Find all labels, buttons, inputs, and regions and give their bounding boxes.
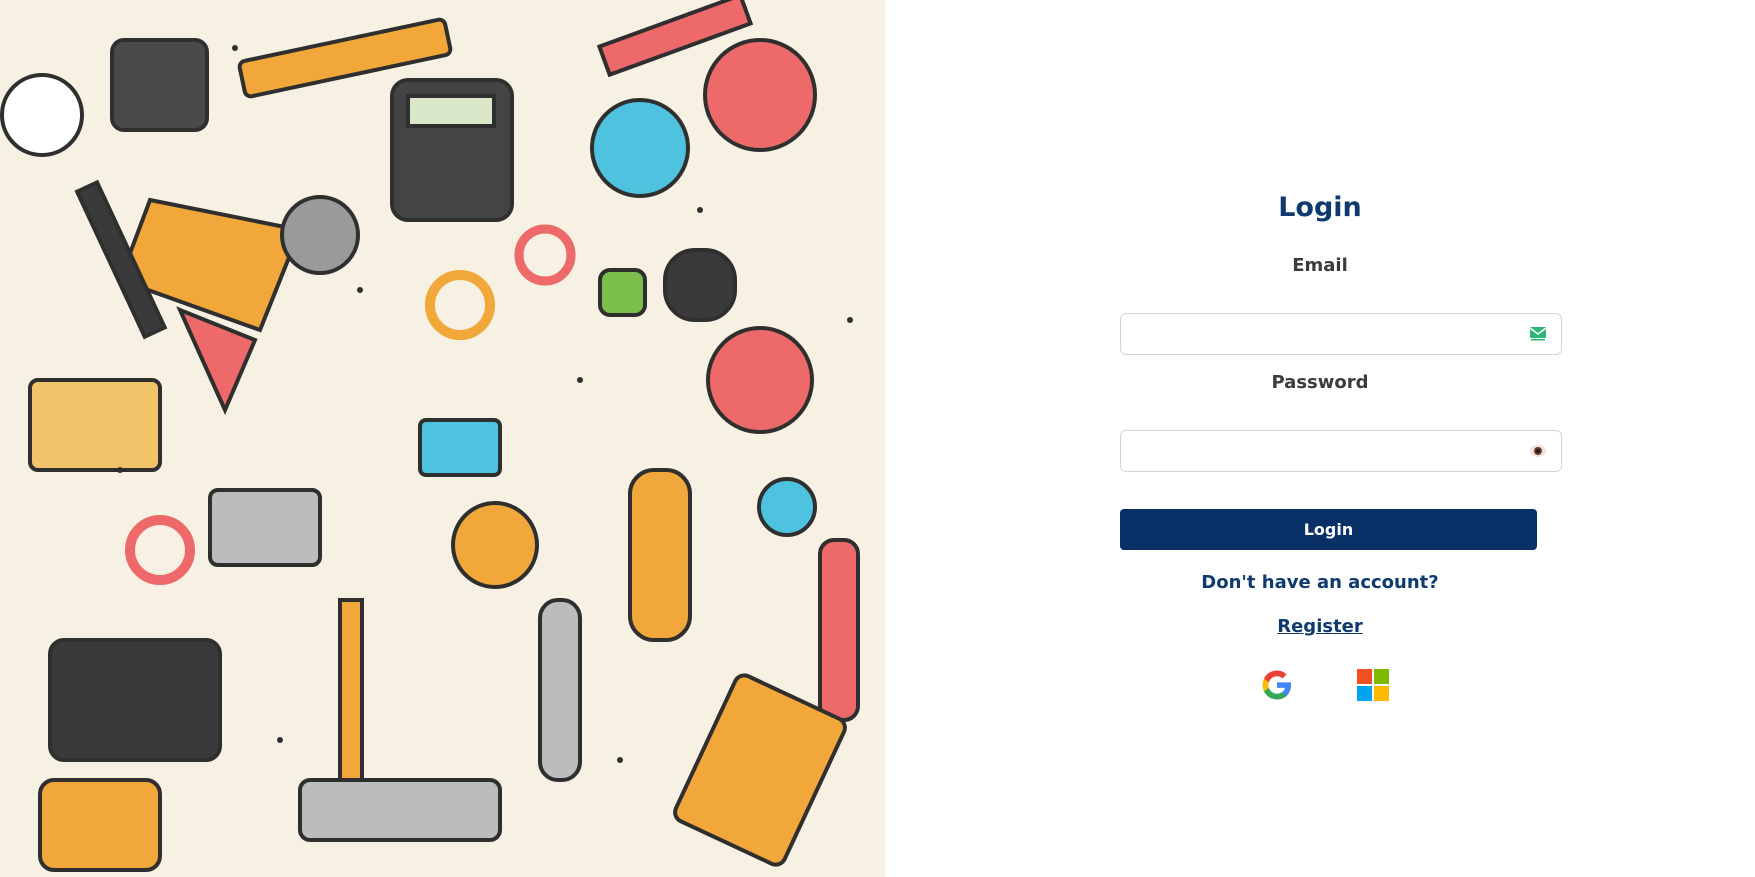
login-button[interactable]: Login: [1120, 509, 1537, 550]
login-title: Login: [1278, 192, 1362, 223]
email-label: Email: [1292, 255, 1348, 276]
hero-illustration: [0, 0, 885, 877]
login-panel: Login Email Password Login Don't have an…: [885, 0, 1755, 877]
password-field-wrapper: [1120, 430, 1562, 473]
email-field-wrapper: [1120, 313, 1562, 356]
school-supplies-doodle-image: [0, 0, 885, 877]
no-account-text: Don't have an account?: [1201, 572, 1439, 593]
password-label: Password: [1271, 372, 1369, 393]
register-link[interactable]: Register: [1277, 616, 1363, 637]
register-row: Register: [885, 616, 1755, 637]
email-icon: [1529, 326, 1547, 342]
eye-icon[interactable]: [1529, 443, 1547, 459]
google-icon[interactable]: [1260, 668, 1294, 702]
microsoft-icon[interactable]: [1356, 668, 1390, 702]
password-input[interactable]: [1131, 431, 1515, 473]
email-input[interactable]: [1131, 314, 1515, 356]
